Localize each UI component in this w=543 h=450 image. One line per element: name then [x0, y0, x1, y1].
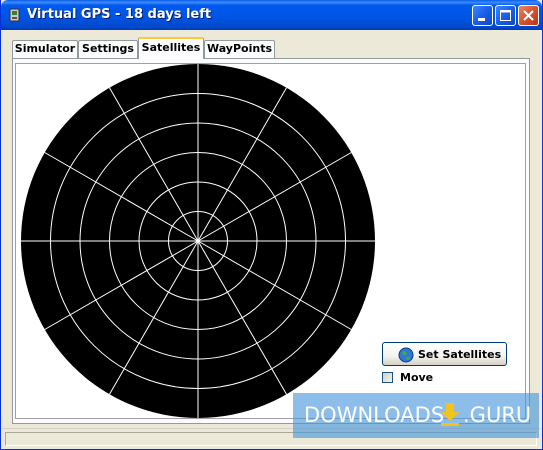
minimize-icon — [478, 18, 485, 21]
set-satellites-button[interactable]: Set Satellites — [382, 342, 507, 366]
tab-simulator[interactable]: Simulator — [12, 40, 78, 58]
minimize-button[interactable] — [472, 5, 493, 26]
watermark-text-left: DOWNLOADS — [304, 403, 445, 427]
watermark: DOWNLOADS .GURU — [293, 393, 539, 438]
tab-settings-label: Settings — [82, 42, 134, 55]
tab-settings[interactable]: Settings — [78, 40, 138, 58]
app-icon — [9, 8, 20, 22]
download-arrow-icon — [441, 403, 459, 426]
window-title: Virtual GPS - 18 days left — [27, 7, 212, 22]
maximize-icon — [500, 10, 511, 21]
close-button[interactable] — [518, 5, 539, 26]
watermark-text-right: .GURU — [463, 403, 532, 427]
tab-satellites-label: Satellites — [141, 41, 201, 54]
close-icon — [523, 10, 534, 21]
tab-satellites[interactable]: Satellites — [138, 37, 204, 59]
tab-simulator-label: Simulator — [14, 42, 76, 55]
globe-icon — [398, 347, 414, 363]
maximize-button[interactable] — [495, 5, 516, 26]
move-label: Move — [400, 371, 434, 384]
tab-waypoints[interactable]: WayPoints — [204, 40, 275, 58]
app-window: Virtual GPS - 18 days left Simulator Set… — [0, 0, 543, 450]
tab-waypoints-label: WayPoints — [206, 42, 273, 55]
set-satellites-label: Set Satellites — [418, 348, 502, 361]
title-bar[interactable]: Virtual GPS - 18 days left — [1, 0, 542, 30]
move-checkbox[interactable] — [382, 372, 393, 383]
satellite-sky-plot[interactable] — [20, 63, 376, 419]
